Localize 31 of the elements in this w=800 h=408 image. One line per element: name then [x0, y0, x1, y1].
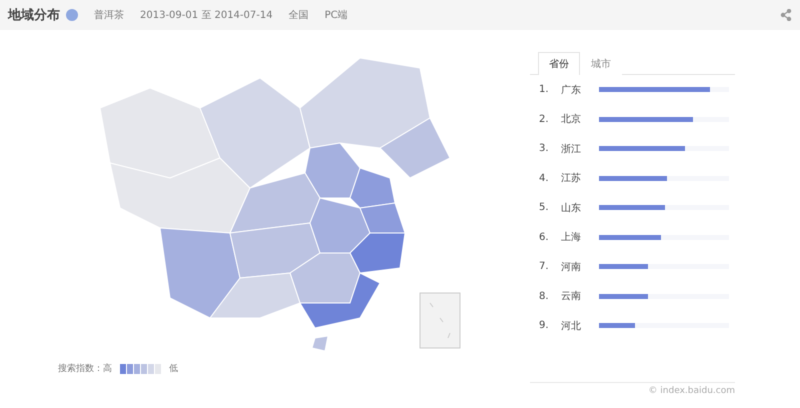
rank-number: 8. — [538, 290, 550, 302]
legend-scale — [120, 364, 161, 374]
province-name: 广东 — [561, 84, 582, 97]
keyword-label: 普洱茶 — [94, 8, 124, 22]
rank-number: 6. — [538, 232, 550, 243]
rank-number: 5. — [538, 202, 550, 214]
rank-number: 9. — [538, 320, 550, 332]
platform-label: PC端 — [324, 8, 348, 22]
tab[interactable]: 省份 — [538, 52, 580, 75]
province-name: 上海 — [561, 230, 582, 244]
section-title: 地域分布 — [8, 7, 60, 24]
rank-number: 7. — [538, 261, 550, 272]
help-icon[interactable] — [66, 9, 78, 21]
province-name: 云南 — [561, 290, 582, 304]
province-name: 河北 — [561, 320, 582, 333]
province-name: 北京 — [561, 112, 582, 126]
rank-number: 1. — [538, 84, 550, 96]
share-icon[interactable] — [780, 9, 792, 21]
province-name: 山东 — [561, 202, 582, 215]
legend-low-label: 低 — [169, 363, 178, 375]
province-name: 浙江 — [561, 142, 582, 156]
province-name: 河南 — [561, 260, 582, 274]
region-label: 全国 — [288, 9, 309, 22]
rank-number: 2. — [538, 114, 550, 125]
south-sea-inset-drawing — [420, 292, 460, 348]
date-range-label: 2013-09-01 至 2014-07-14 — [140, 9, 273, 22]
province-name: 江苏 — [561, 172, 582, 186]
rank-number: 4. — [538, 172, 550, 184]
source-credit: © index.baidu.com — [530, 382, 735, 396]
legend-label: 搜索指数：高 — [58, 362, 112, 375]
rank-number: 3. — [538, 143, 550, 154]
